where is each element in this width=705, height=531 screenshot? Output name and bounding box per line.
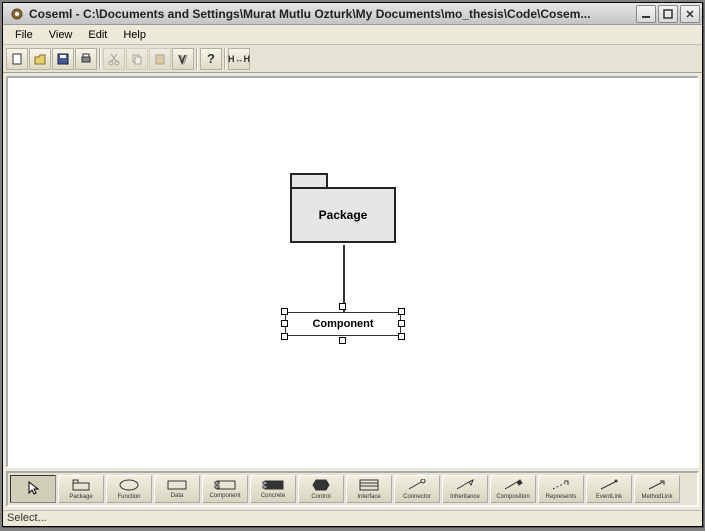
selection-handle[interactable]: [339, 303, 346, 310]
copy-button[interactable]: [126, 48, 148, 70]
close-button[interactable]: [680, 5, 700, 23]
selection-handle[interactable]: [398, 333, 405, 340]
selection-handle[interactable]: [281, 333, 288, 340]
data-tool[interactable]: Data: [154, 475, 200, 503]
help-button[interactable]: ?: [200, 48, 222, 70]
menu-view[interactable]: View: [41, 27, 81, 43]
data-icon: [167, 480, 187, 492]
represents-icon: [551, 479, 571, 493]
package-label: Package: [290, 187, 396, 243]
selection-handle[interactable]: [339, 337, 346, 344]
select-tool[interactable]: [10, 475, 56, 503]
methodlink-tool[interactable]: MethodLink: [634, 475, 680, 503]
menu-file[interactable]: File: [7, 27, 41, 43]
interface-icon: [359, 479, 379, 493]
package-tool[interactable]: Package: [58, 475, 104, 503]
selection-handle[interactable]: [398, 320, 405, 327]
statusbar: Select...: [3, 510, 702, 526]
interface-tool[interactable]: Interface: [346, 475, 392, 503]
component-label: Component: [312, 318, 373, 330]
eventlink-tool[interactable]: EventLink: [586, 475, 632, 503]
component-node[interactable]: Component: [285, 312, 401, 336]
toolbar-separator: [99, 48, 101, 70]
paste-button[interactable]: [149, 48, 171, 70]
connector-line[interactable]: [343, 245, 345, 312]
new-button[interactable]: [6, 48, 28, 70]
eventlink-icon: [599, 479, 619, 493]
component-icon: [214, 480, 236, 492]
composition-tool[interactable]: Composition: [490, 475, 536, 503]
diagram-canvas[interactable]: Package Component: [6, 76, 699, 468]
control-icon: [312, 479, 330, 493]
selection-handle[interactable]: [398, 308, 405, 315]
connector-tool[interactable]: Connector: [394, 475, 440, 503]
component-tool[interactable]: Component: [202, 475, 248, 503]
minimize-button[interactable]: [636, 5, 656, 23]
status-text: Select...: [7, 512, 47, 524]
pointer-icon: [26, 480, 40, 498]
toolbar-separator: [224, 48, 226, 70]
menu-edit[interactable]: Edit: [80, 27, 115, 43]
concrete-tool[interactable]: Concrete: [250, 475, 296, 503]
refresh-button[interactable]: H↔H: [228, 48, 250, 70]
toolbar-separator: [196, 48, 198, 70]
selection-handle[interactable]: [281, 320, 288, 327]
function-icon: [119, 479, 139, 493]
save-button[interactable]: [52, 48, 74, 70]
menu-help[interactable]: Help: [115, 27, 154, 43]
titlebar[interactable]: Coseml - C:\Documents and Settings\Murat…: [3, 3, 702, 25]
print-button[interactable]: [75, 48, 97, 70]
toolbar: ? H↔H: [3, 45, 702, 73]
inheritance-tool[interactable]: Inheritance: [442, 475, 488, 503]
app-window: Coseml - C:\Documents and Settings\Murat…: [2, 2, 703, 527]
package-node[interactable]: Package: [290, 173, 396, 243]
connector-icon: [407, 479, 427, 493]
methodlink-icon: [647, 479, 667, 493]
cut-button[interactable]: [103, 48, 125, 70]
function-tool[interactable]: Function: [106, 475, 152, 503]
menubar: File View Edit Help: [3, 25, 702, 45]
composition-icon: [503, 479, 523, 493]
find-button[interactable]: [172, 48, 194, 70]
app-icon: [9, 6, 25, 22]
open-button[interactable]: [29, 48, 51, 70]
palette: Package Function Data Component Concrete…: [6, 471, 699, 507]
inheritance-icon: [455, 479, 475, 493]
control-tool[interactable]: Control: [298, 475, 344, 503]
maximize-button[interactable]: [658, 5, 678, 23]
selection-handle[interactable]: [281, 308, 288, 315]
represents-tool[interactable]: Represents: [538, 475, 584, 503]
concrete-icon: [262, 480, 284, 492]
package-icon: [72, 479, 90, 493]
window-title: Coseml - C:\Documents and Settings\Murat…: [29, 7, 636, 21]
